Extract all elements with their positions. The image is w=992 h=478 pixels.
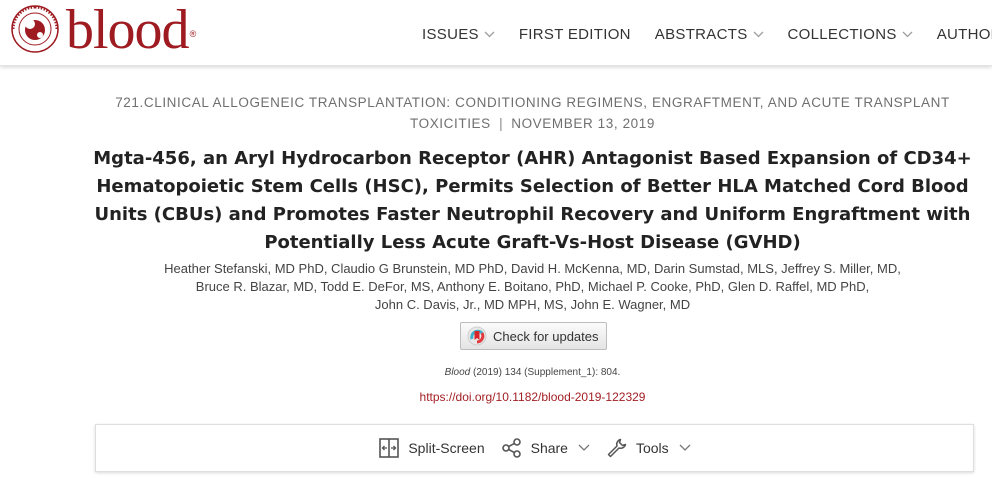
tools-button[interactable]: Tools: [606, 437, 691, 459]
nav-abstracts[interactable]: ABSTRACTS: [655, 26, 764, 43]
article-date: NOVEMBER 13, 2019: [511, 116, 655, 131]
author-line[interactable]: Bruce R. Blazar, MD, Todd E. DeFor, MS, …: [90, 278, 975, 296]
share-label: Share: [530, 440, 568, 456]
nav-issues[interactable]: ISSUES: [422, 26, 495, 43]
split-screen-label: Split-Screen: [408, 440, 485, 456]
check-for-updates-button[interactable]: Check for updates: [460, 322, 607, 350]
chevron-down-icon: [902, 31, 913, 38]
crossmark-icon: [467, 326, 487, 346]
society-seal-icon: [11, 5, 59, 53]
site-header: blood® ISSUES FIRST EDITION ABSTRACTS CO…: [0, 0, 992, 66]
author-list: Heather Stefanski, MD PhD, Claudio G Bru…: [90, 260, 975, 314]
brand-name: blood: [66, 0, 190, 61]
citation-details: (2019) 134 (Supplement_1): 804.: [470, 367, 621, 378]
nav-issues-label: ISSUES: [422, 26, 479, 43]
split-screen-button[interactable]: Split-Screen: [378, 437, 485, 459]
nav-authors[interactable]: AUTHORS: [937, 26, 992, 43]
author-line[interactable]: Heather Stefanski, MD PhD, Claudio G Bru…: [90, 260, 975, 278]
registered-mark: ®: [189, 29, 197, 39]
chevron-down-icon: [679, 444, 691, 451]
citation: Blood (2019) 134 (Supplement_1): 804.: [90, 367, 975, 378]
split-screen-icon: [379, 438, 400, 458]
article-toolbar: Split-Screen Share Tools: [95, 424, 974, 472]
chevron-down-icon: [578, 444, 590, 451]
article-category-line: 721.CLINICAL ALLOGENEIC TRANSPLANTATION:…: [90, 92, 975, 134]
site-logo[interactable]: blood®: [10, 2, 197, 58]
nav-first-edition[interactable]: FIRST EDITION: [519, 26, 631, 43]
category-separator: |: [499, 116, 504, 131]
blood-wordmark: blood®: [66, 2, 197, 58]
share-icon: [501, 438, 521, 458]
check-for-updates-label: Check for updates: [493, 328, 599, 344]
tools-label: Tools: [635, 440, 669, 456]
doi-link[interactable]: https://doi.org/10.1182/blood-2019-12232…: [90, 390, 975, 404]
citation-journal: Blood: [444, 367, 471, 378]
nav-authors-label: AUTHORS: [936, 26, 992, 43]
nav-abstracts-label: ABSTRACTS: [654, 26, 748, 43]
wrench-icon: [607, 438, 627, 458]
author-line[interactable]: John C. Davis, Jr., MD MPH, MS, John E. …: [90, 296, 975, 314]
share-button[interactable]: Share: [501, 437, 590, 459]
article-title: Mgta-456, an Aryl Hydrocarbon Receptor (…: [93, 148, 972, 253]
nav-collections[interactable]: COLLECTIONS: [788, 26, 913, 43]
chevron-down-icon: [484, 31, 495, 38]
nav-first-edition-label: FIRST EDITION: [518, 26, 631, 43]
nav-collections-label: COLLECTIONS: [787, 26, 897, 43]
chevron-down-icon: [753, 31, 763, 38]
main-nav: ISSUES FIRST EDITION ABSTRACTS COLLECTIO…: [422, 26, 992, 43]
